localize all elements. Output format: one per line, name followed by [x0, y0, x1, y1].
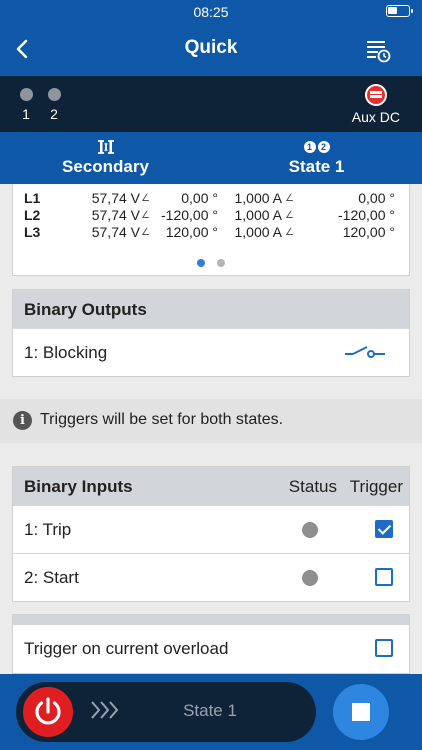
state-indicator-band: 1 2 Aux DC — [0, 76, 422, 132]
chevrons-right-icon — [91, 701, 119, 719]
state-indicator-1[interactable]: 1 — [16, 88, 36, 122]
stop-button[interactable] — [333, 684, 389, 740]
voltage-value: 57,74 V — [91, 207, 140, 223]
angle-symbol: ∠ — [141, 193, 150, 204]
list-clock-icon — [367, 41, 391, 63]
clock: 08:25 — [193, 4, 229, 20]
aux-dc-icon — [364, 84, 387, 106]
aux-dc-label: Aux DC — [351, 109, 400, 125]
history-menu-button[interactable] — [364, 36, 392, 64]
overload-label: Trigger on current overload — [24, 639, 229, 658]
angle-symbol: ∠ — [141, 210, 150, 221]
bottom-bar: State 1 — [0, 674, 422, 750]
status-led — [302, 522, 318, 538]
power-button[interactable] — [20, 684, 76, 740]
power-icon — [35, 697, 61, 725]
info-text: Triggers will be set for both states. — [40, 411, 284, 428]
section-title: Binary Inputs — [24, 477, 133, 496]
status-bar: 08:25 — [0, 0, 422, 24]
voltage-value: 57,74 V — [91, 190, 140, 206]
trigger-checkbox[interactable] — [375, 520, 393, 538]
value-row: L3 57,74 V ∠ 120,00 ° 1,000 A ∠ 120,00 ° — [24, 224, 400, 242]
app-bar: Quick — [0, 24, 422, 76]
state-dot — [19, 88, 33, 101]
section-header: Binary Outputs — [13, 290, 409, 328]
voltage-angle: -120,00 ° — [161, 207, 218, 223]
state-1-2-icon: 12 — [211, 138, 422, 156]
trigger-checkbox[interactable] — [375, 568, 393, 586]
values-card[interactable]: L1 57,74 V ∠ 0,00 ° 1,000 A ∠ 0,00 ° L2 … — [12, 184, 410, 276]
current-value: 1,000 A — [234, 207, 283, 223]
info-banner: i Triggers will be set for both states. — [0, 399, 422, 443]
status-led — [302, 570, 318, 586]
voltage-angle: 120,00 ° — [165, 224, 218, 240]
binary-input-label: 2: Start — [24, 568, 79, 587]
value-row: L2 57,74 V ∠ -120,00 ° 1,000 A ∠ -120,00… — [24, 207, 400, 225]
tab-bar: Secondary 12 State 1 — [0, 132, 422, 184]
page-dot[interactable] — [217, 259, 225, 267]
secondary-icon — [0, 138, 211, 156]
angle-symbol: ∠ — [285, 227, 294, 238]
tab-label: State 1 — [288, 157, 345, 176]
binary-input-row: 1: Trip — [13, 505, 409, 553]
angle-symbol: ∠ — [141, 227, 150, 238]
value-row: L1 57,74 V ∠ 0,00 ° 1,000 A ∠ 0,00 ° — [24, 190, 400, 208]
battery-icon — [386, 5, 413, 17]
current-value: 1,000 A — [234, 224, 283, 240]
state-dot — [47, 88, 61, 101]
voltage-value: 57,74 V — [91, 224, 140, 240]
overload-row: Trigger on current overload — [13, 625, 409, 673]
binary-input-label: 1: Trip — [24, 520, 72, 539]
binary-output-label: 1: Blocking — [24, 343, 108, 362]
overload-checkbox[interactable] — [375, 639, 393, 657]
current-angle: 0,00 ° — [358, 190, 395, 206]
tab-label: Secondary — [62, 157, 149, 176]
current-state-label: State 1 — [183, 701, 237, 720]
current-angle: 120,00 ° — [342, 224, 395, 240]
tab-secondary[interactable]: Secondary — [0, 132, 211, 184]
phase-label: L2 — [24, 207, 41, 223]
switch-open-icon[interactable] — [345, 344, 385, 360]
state-indicator-2[interactable]: 2 — [44, 88, 64, 122]
current-angle: -120,00 ° — [338, 207, 395, 223]
phase-label: L3 — [24, 224, 41, 240]
state-badge: 1 — [303, 141, 316, 154]
page-dot-active[interactable] — [197, 259, 205, 267]
angle-symbol: ∠ — [285, 210, 294, 221]
state-badge: 2 — [317, 141, 330, 154]
binary-inputs-card: Binary Inputs Status Trigger 1: Trip 2: … — [12, 466, 410, 602]
section-header: Binary Inputs Status Trigger — [13, 467, 409, 505]
page-indicator — [13, 254, 409, 272]
binary-outputs-card: Binary Outputs 1: Blocking — [12, 289, 410, 377]
current-value: 1,000 A — [234, 190, 283, 206]
stop-icon — [352, 703, 370, 721]
angle-symbol: ∠ — [285, 193, 294, 204]
binary-output-row[interactable]: 1: Blocking — [13, 328, 409, 376]
status-column-header: Status — [288, 477, 337, 496]
page-title: Quick — [184, 37, 238, 58]
state-number: 1 — [22, 106, 30, 122]
phase-label: L1 — [24, 190, 41, 206]
section-strip — [13, 615, 409, 625]
tab-state-1[interactable]: 12 State 1 — [211, 132, 422, 184]
overload-card: Trigger on current overload — [12, 614, 410, 674]
aux-dc-status[interactable]: Aux DC — [352, 84, 400, 127]
binary-input-row: 2: Start — [13, 553, 409, 601]
state-number: 2 — [50, 106, 58, 122]
voltage-angle: 0,00 ° — [181, 190, 218, 206]
info-icon: i — [13, 411, 32, 430]
trigger-column-header: Trigger — [349, 477, 403, 496]
